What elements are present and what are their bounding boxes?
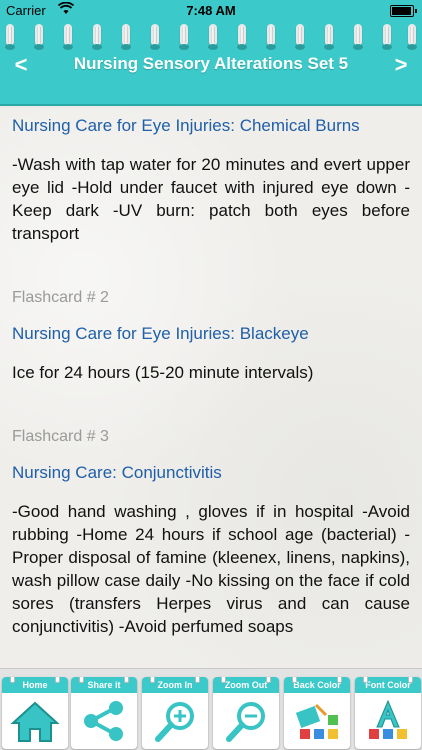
home-button[interactable]: Home [2, 677, 68, 749]
flashcard-title: Nursing Care for Eye Injuries: Blackeye [12, 324, 309, 343]
zoom-in-label: Zoom In [142, 677, 208, 693]
flashcard-list[interactable]: Nursing Care for Eye Injuries: Chemical … [0, 108, 422, 668]
battery-icon [390, 5, 417, 17]
page-title: Nursing Sensory Alterations Set 5 [73, 54, 349, 73]
prev-button[interactable]: < [6, 50, 36, 80]
flashcard-number: Flashcard # 2 [12, 289, 109, 306]
status-bar: Carrier 7:48 AM [0, 0, 422, 22]
flashcard-title: Nursing Care for Eye Injuries: Chemical … [12, 116, 360, 135]
spiral-binding [0, 22, 422, 52]
next-button[interactable]: > [386, 50, 416, 80]
flashcard-title: Nursing Care: Conjunctivitis [12, 463, 222, 482]
share-icon [71, 693, 137, 749]
header: < Nursing Sensory Alterations Set 5 > [0, 22, 422, 106]
zoom-in-icon [142, 693, 208, 749]
status-time: 7:48 AM [186, 3, 236, 18]
flashcard-body: -Wash with tap water for 20 minutes and … [12, 155, 410, 243]
bottom-toolbar: Home Share it Zoom In Zoom Out Back Colo… [0, 668, 422, 750]
home-label: Home [2, 677, 68, 693]
flashcard: Flashcard # 3 Nursing Care: Conjunctivit… [12, 428, 410, 638]
back-color-icon [284, 693, 350, 749]
flashcard: Flashcard # 2 Nursing Care for Eye Injur… [12, 289, 410, 384]
home-icon [2, 693, 68, 749]
font-color-icon [355, 693, 421, 749]
flashcard-number: Flashcard # 3 [12, 428, 109, 445]
flashcard-body: Ice for 24 hours (15-20 minute intervals… [12, 363, 314, 382]
flashcard: Nursing Care for Eye Injuries: Chemical … [12, 116, 410, 245]
share-label: Share it [71, 677, 137, 693]
zoom-out-button[interactable]: Zoom Out [213, 677, 279, 749]
back-color-label: Back Color [284, 677, 350, 693]
font-color-button[interactable]: Font Color [355, 677, 421, 749]
back-color-button[interactable]: Back Color [284, 677, 350, 749]
share-button[interactable]: Share it [71, 677, 137, 749]
font-color-label: Font Color [355, 677, 421, 693]
zoom-out-label: Zoom Out [213, 677, 279, 693]
zoom-in-button[interactable]: Zoom In [142, 677, 208, 749]
zoom-out-icon [213, 693, 279, 749]
flashcard-body: -Good hand washing , gloves if in hospit… [12, 502, 410, 636]
